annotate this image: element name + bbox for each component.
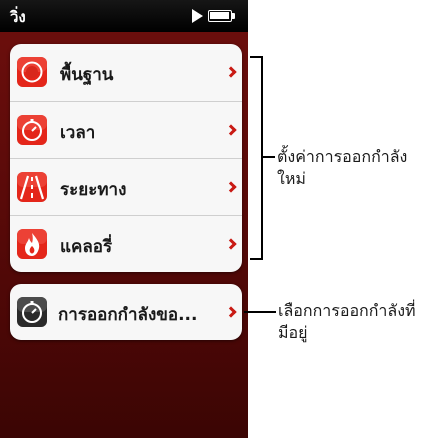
menu-item-calories[interactable]: แคลอรี่ [10,215,242,273]
chevron-right-icon [225,66,237,78]
flame-icon [17,229,47,259]
callout-new-workout: ตั้งค่าการออกกำลังใหม่ [277,147,408,188]
menu-item-history[interactable]: การออกกำลังขอ... [10,284,242,340]
status-bar: วิ่ง [0,0,248,32]
battery-icon [208,10,236,22]
target-icon [17,57,47,87]
chevron-right-icon [225,306,237,318]
chevron-right-icon [225,124,237,136]
ipod-screen: วิ่ง พื้นฐาน เวลา ระยะทาง แคลอรี่ การออก… [0,0,248,438]
menu-item-label: พื้นฐาน [60,65,114,85]
play-icon [192,9,203,23]
menu-item-label: ระยะทาง [60,180,127,200]
road-icon [17,172,47,202]
menu-item-label: เวลา [60,123,96,143]
menu-item-label: แคลอรี่ [60,237,113,257]
callout-line [244,311,276,313]
menu-item-basic[interactable]: พื้นฐาน [10,44,242,101]
workout-menu: พื้นฐาน เวลา ระยะทาง แคลอรี่ [10,44,242,272]
status-title: วิ่ง [10,8,26,26]
bracket-line [261,56,263,260]
chevron-right-icon [225,238,237,250]
stopwatch-icon [17,115,47,145]
menu-item-time[interactable]: เวลา [10,101,242,159]
workout-history-card: การออกกำลังขอ... [10,284,242,340]
menu-item-label: การออกกำลังขอ... [58,305,198,325]
menu-item-distance[interactable]: ระยะทาง [10,158,242,216]
bracket-line [250,258,262,260]
chevron-right-icon [225,181,237,193]
stopwatch-icon [17,297,47,327]
callout-preset-workout: เลือกการออกกำลังที่มีอยู่ [278,301,416,342]
callout-line [261,156,275,158]
